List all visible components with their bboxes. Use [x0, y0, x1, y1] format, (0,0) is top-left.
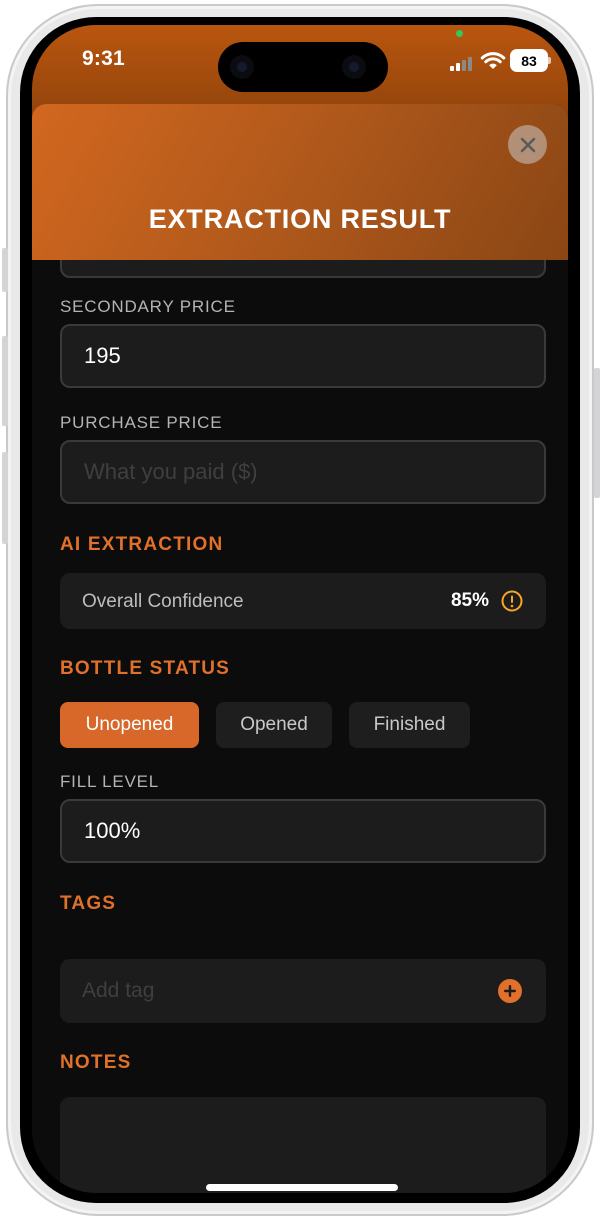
fill-level-label: FILL LEVEL [60, 772, 160, 791]
tags-title: TAGS [60, 893, 117, 914]
action-button [2, 248, 8, 292]
purchase-price-label: PURCHASE PRICE [60, 413, 223, 432]
power-button [594, 368, 600, 498]
phone-bezel: 9:31 83 SECONDARY PRICE 195 PURCHASE PRI [20, 17, 580, 1203]
dynamic-island [218, 42, 388, 92]
wifi-icon [480, 52, 506, 69]
status-option-finished[interactable]: Finished [349, 702, 470, 748]
secondary-price-label: SECONDARY PRICE [60, 297, 236, 316]
privacy-indicator-dot [456, 30, 463, 37]
cellular-signal-icon [450, 55, 476, 71]
plus-circle-icon[interactable] [498, 979, 522, 1003]
status-option-unopened[interactable]: Unopened [60, 702, 199, 748]
camera-icon [342, 55, 366, 79]
status-time: 9:31 [82, 47, 125, 70]
screen: 9:31 83 SECONDARY PRICE 195 PURCHASE PRI [32, 25, 568, 1193]
add-tag-placeholder: Add tag [82, 979, 155, 1002]
sheet-content: SECONDARY PRICE 195 PURCHASE PRICE What … [32, 104, 568, 1193]
sheet-header: EXTRACTION RESULT [32, 104, 568, 260]
sheet-title: EXTRACTION RESULT [148, 204, 452, 234]
confidence-value: 85% [450, 590, 489, 611]
notes-textarea[interactable] [60, 1097, 546, 1193]
warning-icon[interactable] [501, 590, 523, 612]
notes-title: NOTES [60, 1052, 132, 1073]
fill-level-input[interactable]: 100% [60, 799, 546, 863]
ai-extraction-title: AI EXTRACTION [60, 534, 224, 555]
close-button[interactable] [508, 125, 547, 164]
close-icon [520, 137, 535, 152]
add-tag-field[interactable]: Add tag [60, 959, 546, 1023]
confidence-card: Overall Confidence 85% [60, 573, 546, 629]
confidence-label: Overall Confidence [82, 591, 244, 612]
volume-up-button [2, 336, 8, 426]
battery-indicator: 83 [512, 51, 551, 70]
volume-down-button [2, 452, 8, 544]
purchase-price-input[interactable]: What you paid ($) [60, 440, 546, 504]
camera-icon [230, 55, 254, 79]
bottle-status-title: BOTTLE STATUS [60, 658, 231, 679]
status-option-opened[interactable]: Opened [216, 702, 332, 748]
extraction-result-sheet: SECONDARY PRICE 195 PURCHASE PRICE What … [32, 104, 568, 1193]
secondary-price-input[interactable]: 195 [60, 324, 546, 388]
home-indicator[interactable] [206, 1184, 398, 1191]
